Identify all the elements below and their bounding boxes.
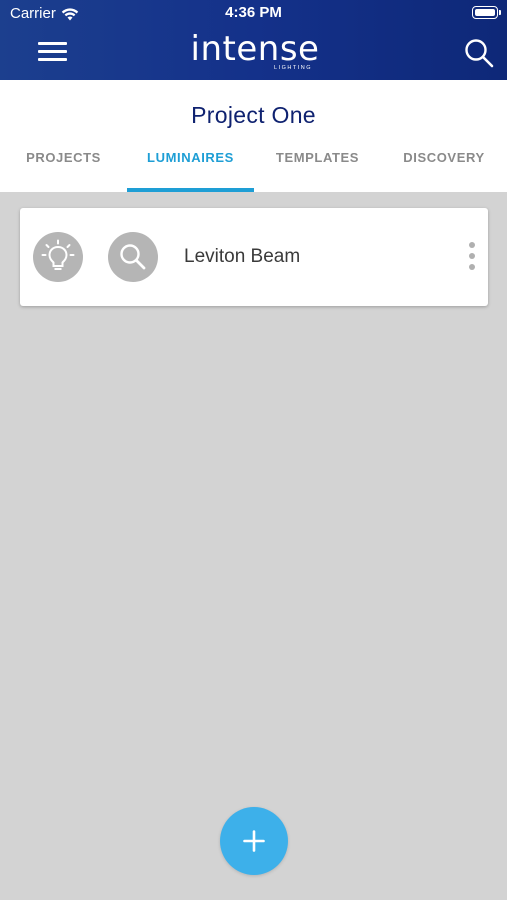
hamburger-icon [38, 42, 67, 45]
identify-search-button[interactable] [108, 232, 158, 282]
lightbulb-icon [41, 239, 75, 270]
active-tab-indicator [127, 188, 254, 192]
top-navigation-bar: Carrier 4:36 PM intense LIGHTING [0, 0, 507, 80]
tab-templates[interactable]: TEMPLATES [254, 144, 381, 192]
search-icon [120, 244, 146, 270]
luminaire-card[interactable]: Leviton Beam [20, 208, 488, 306]
tab-projects[interactable]: PROJECTS [0, 144, 127, 192]
search-icon[interactable] [464, 38, 494, 68]
tab-luminaires[interactable]: LUMINAIRES [127, 144, 254, 192]
project-header: Project One PROJECTS LUMINAIRES TEMPLATE… [0, 80, 507, 192]
add-luminaire-button[interactable] [220, 807, 288, 875]
luminaire-name: Leviton Beam [184, 246, 301, 267]
tab-discovery[interactable]: DISCOVERY [381, 144, 507, 192]
status-bar: Carrier 4:36 PM [0, 0, 507, 28]
intense-lighting-logo: intense LIGHTING [190, 32, 320, 76]
plus-icon [243, 830, 265, 852]
hamburger-menu-button[interactable] [38, 42, 68, 62]
status-time: 4:36 PM [225, 4, 282, 21]
lightbulb-button[interactable] [33, 232, 83, 282]
project-title: Project One [191, 102, 316, 128]
logo-subtitle: LIGHTING [274, 65, 312, 71]
logo-wordmark: intense [190, 29, 320, 69]
battery-icon [472, 6, 501, 19]
more-options-icon[interactable] [466, 242, 478, 272]
tab-bar: PROJECTS LUMINAIRES TEMPLATES DISCOVERY [0, 144, 507, 192]
